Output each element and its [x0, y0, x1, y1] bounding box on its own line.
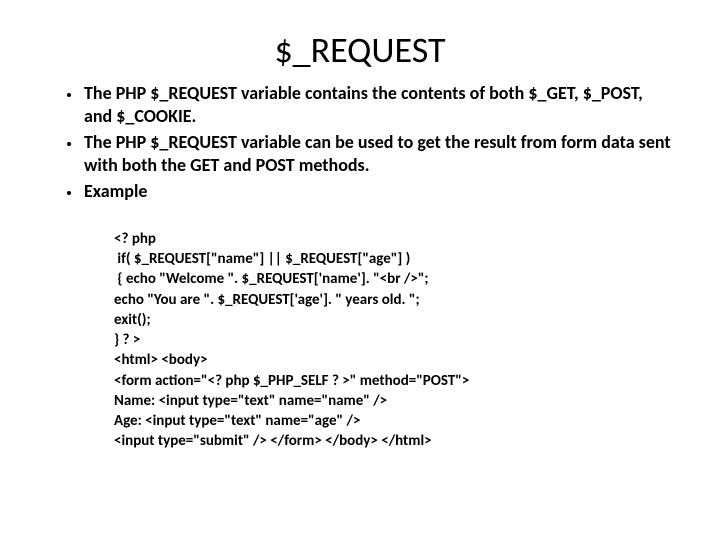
- code-line: <? php: [114, 230, 156, 248]
- bullet-item: The PHP $_REQUEST variable contains the …: [82, 82, 672, 127]
- code-line: <input type="submit" /> </form> </body> …: [114, 432, 432, 450]
- code-line: <form action="<? php $_PHP_SELF ? >" met…: [114, 372, 469, 390]
- code-example: <? php if( $_REQUEST["name"] || $_REQUES…: [114, 209, 672, 472]
- bullet-list: The PHP $_REQUEST variable contains the …: [48, 82, 672, 203]
- bullet-item: Example: [82, 180, 672, 203]
- code-line: Age: <input type="text" name="age" />: [114, 412, 360, 430]
- code-line: if( $_REQUEST["name"] || $_REQUEST["age"…: [114, 250, 410, 268]
- code-line: } ? >: [114, 331, 140, 349]
- slide: $_REQUEST The PHP $_REQUEST variable con…: [0, 0, 720, 492]
- code-line: exit();: [114, 311, 151, 329]
- code-line: echo "You are ". $_REQUEST['age']. " yea…: [114, 291, 420, 309]
- slide-title: $_REQUEST: [48, 28, 672, 72]
- code-line: Name: <input type="text" name="name" />: [114, 392, 387, 410]
- bullet-item: The PHP $_REQUEST variable can be used t…: [82, 131, 672, 176]
- code-line: <html> <body>: [114, 351, 208, 369]
- code-line: { echo "Welcome ". $_REQUEST['name']. "<…: [114, 270, 429, 288]
